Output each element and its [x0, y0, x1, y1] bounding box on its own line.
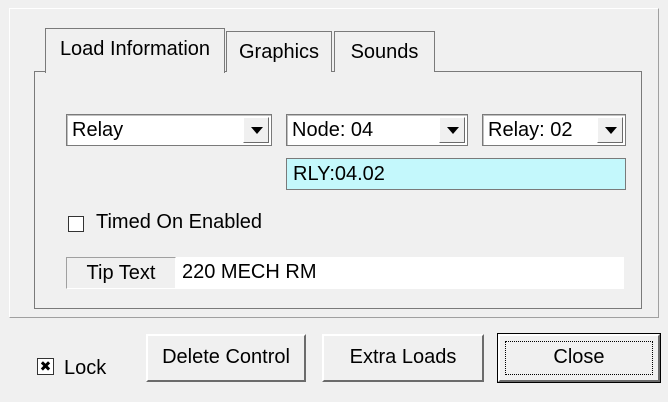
- delete-control-button[interactable]: Delete Control: [146, 334, 306, 382]
- relay-select[interactable]: Relay: 02: [482, 114, 626, 146]
- delete-control-label: Delete Control: [162, 346, 290, 368]
- tip-text-label: Tip Text: [86, 262, 156, 284]
- tab-graphics[interactable]: Graphics: [226, 31, 332, 72]
- load-type-select[interactable]: Relay: [66, 114, 272, 146]
- node-value: Node: 04: [292, 119, 374, 141]
- close-label: Close: [553, 346, 605, 368]
- tab-sounds[interactable]: Sounds: [334, 31, 435, 72]
- tab-load-information-label: Load Information: [59, 38, 211, 60]
- node-select[interactable]: Node: 04: [286, 114, 468, 146]
- lock-checkbox[interactable]: ✖: [37, 358, 54, 375]
- tab-sounds-label: Sounds: [350, 41, 419, 63]
- tip-text-label-box: Tip Text: [66, 257, 176, 289]
- timed-on-checkbox[interactable]: [68, 216, 84, 232]
- extra-loads-label: Extra Loads: [349, 346, 457, 368]
- load-type-value: Relay: [72, 119, 124, 141]
- relay-value: Relay: 02: [488, 119, 573, 141]
- tab-load-information[interactable]: Load Information: [45, 28, 225, 73]
- lock-label: Lock: [64, 357, 107, 379]
- close-button[interactable]: Close: [497, 333, 661, 383]
- timed-on-label: Timed On Enabled: [96, 211, 263, 233]
- address-field: RLY:04.02: [286, 158, 626, 190]
- extra-loads-button[interactable]: Extra Loads: [322, 334, 484, 382]
- tip-text-value: 220 MECH RM: [182, 261, 317, 283]
- address-value: RLY:04.02: [293, 163, 385, 185]
- tab-graphics-label: Graphics: [238, 41, 320, 63]
- chevron-down-icon[interactable]: [243, 117, 269, 143]
- chevron-down-icon[interactable]: [597, 117, 623, 143]
- chevron-down-icon[interactable]: [439, 117, 465, 143]
